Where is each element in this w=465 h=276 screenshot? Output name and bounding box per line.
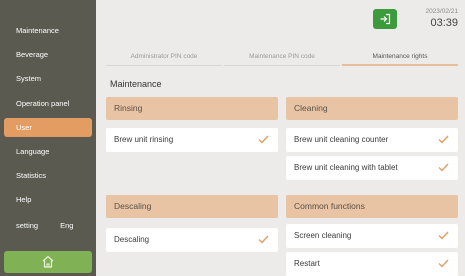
home-button[interactable]: [4, 251, 92, 273]
logout-icon: [380, 13, 391, 25]
home-icon: [42, 255, 54, 268]
language-switch-left: setting: [16, 221, 39, 230]
toggle-brew-unit-cleaning-with-tablet[interactable]: Brew unit cleaning with tablet: [286, 156, 458, 180]
logout-button[interactable]: [373, 9, 397, 29]
date-display: 2023/02/21: [425, 8, 458, 15]
sidebar-item-maintenance[interactable]: Maintenance: [4, 21, 92, 40]
item-label: Brew unit cleaning with tablet: [294, 163, 398, 172]
toggle-screen-cleaning[interactable]: Screen cleaning: [286, 224, 458, 248]
time-display: 03:39: [430, 17, 458, 29]
tab-maintenance-pin-code[interactable]: Maintenance PIN code: [224, 50, 340, 66]
check-icon: [438, 259, 449, 268]
sidebar-item-help[interactable]: Help: [4, 190, 92, 209]
sidebar-item-user[interactable]: User: [4, 118, 92, 137]
sidebar-item-language[interactable]: Language: [4, 142, 92, 161]
tab-administrator-pin-code[interactable]: Administrator PIN code: [106, 50, 222, 66]
language-switch-right: Eng: [60, 221, 74, 230]
sidebar-item-system[interactable]: System: [4, 69, 92, 88]
group-header-common-functions: Common functions: [286, 195, 458, 218]
check-icon: [438, 135, 449, 144]
item-label: Brew unit rinsing: [114, 135, 174, 144]
toggle-brew-unit-rinsing[interactable]: Brew unit rinsing: [106, 128, 278, 152]
sidebar-item-statistics[interactable]: Statistics: [4, 166, 92, 185]
group-header-descaling: Descaling: [106, 195, 278, 218]
sidebar: Maintenance Beverage System Operation pa…: [0, 0, 96, 276]
sidebar-item-beverage[interactable]: Beverage: [4, 45, 92, 64]
check-icon: [438, 231, 449, 240]
toggle-brew-unit-cleaning-counter[interactable]: Brew unit cleaning counter: [286, 128, 458, 152]
main-panel: 2023/02/21 03:39 Administrator PIN code …: [96, 0, 465, 276]
section-title: Maintenance: [110, 79, 162, 89]
item-label: Descaling: [114, 235, 150, 244]
check-icon: [438, 163, 449, 172]
language-switch[interactable]: setting Eng: [16, 221, 95, 230]
sidebar-item-operation-panel[interactable]: Operation panel: [4, 94, 92, 113]
item-label: Brew unit cleaning counter: [294, 135, 389, 144]
tab-bar: Administrator PIN code Maintenance PIN c…: [106, 50, 458, 66]
item-label: Restart: [294, 259, 320, 268]
toggle-restart[interactable]: Restart: [286, 252, 458, 276]
toggle-descaling[interactable]: Descaling: [106, 228, 278, 252]
group-header-cleaning: Cleaning: [286, 97, 458, 120]
item-label: Screen cleaning: [294, 231, 352, 240]
group-header-rinsing: Rinsing: [106, 97, 278, 120]
check-icon: [258, 235, 269, 244]
check-icon: [258, 135, 269, 144]
tab-maintenance-rights[interactable]: Maintenance rights: [342, 50, 458, 66]
